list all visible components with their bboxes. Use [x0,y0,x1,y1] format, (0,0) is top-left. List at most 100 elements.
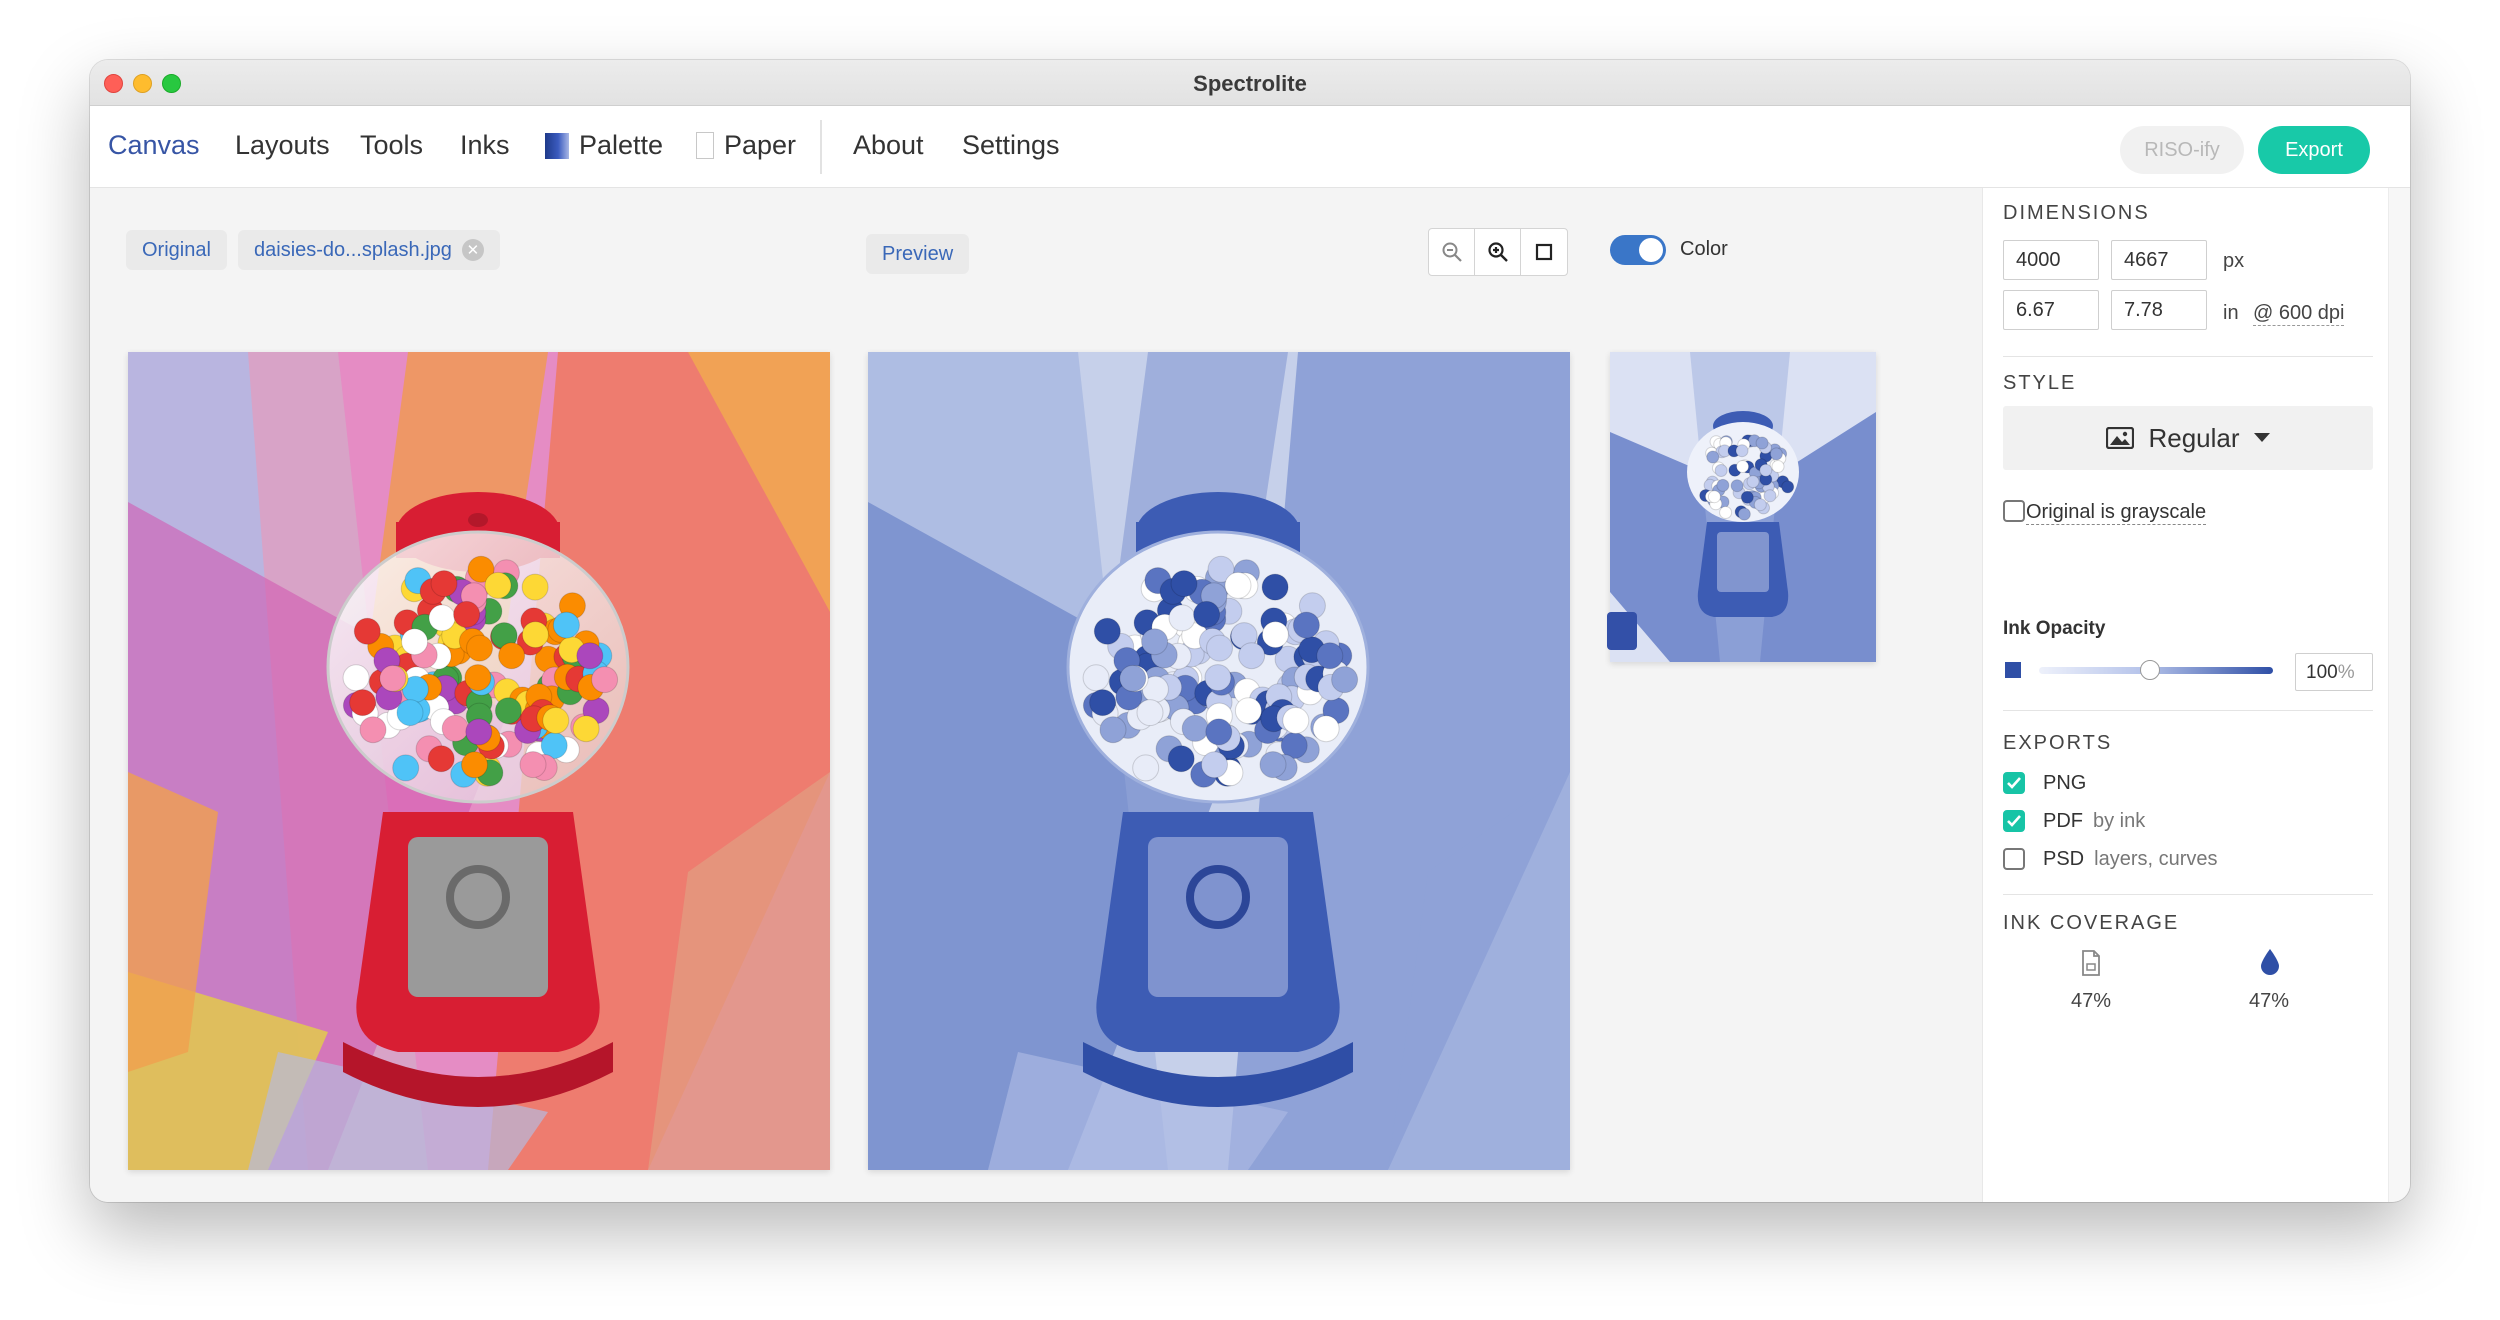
gumball [1759,463,1773,477]
gumball [342,664,370,692]
gumball [353,617,381,645]
original-image[interactable] [128,352,830,1170]
tab-paper[interactable]: Paper [696,130,796,161]
file-name[interactable]: daisies-do...splash.jpg [254,239,452,262]
export-pdf-label: PDF by ink [2043,810,2146,832]
tab-canvas[interactable]: Canvas [108,130,200,161]
export-button[interactable]: Export [2258,126,2370,174]
gumball [427,745,455,773]
ink-thumbnail[interactable] [1610,352,1876,662]
original-label-pill: Original [126,230,227,270]
original-label: Original [142,238,211,261]
exports-heading: EXPORTS [2003,732,2113,754]
tab-palette[interactable]: Palette [545,130,663,161]
style-heading: STYLE [2003,372,2077,394]
gumball [1331,666,1359,694]
paper-swatch-icon [696,132,714,159]
gumball [498,642,526,670]
zoom-out-button[interactable] [1429,229,1475,275]
export-png-label: PNG [2043,772,2087,794]
zoom-in-icon [1487,242,1508,262]
height-in-input[interactable]: 7.78 [2111,290,2207,330]
checkmark-icon [2007,777,2021,789]
gumball [1781,480,1795,494]
gumball [1261,621,1289,649]
ink-coverage-heading: INK COVERAGE [2003,912,2180,934]
tab-settings[interactable]: Settings [962,130,1060,161]
gumball [428,604,456,632]
page-coverage-value: 47% [2071,990,2112,1012]
zoom-out-icon [1442,242,1462,262]
gumball [461,751,488,779]
gumball [1261,573,1289,601]
export-pdf-checkbox[interactable] [2003,810,2025,832]
settings-sidebar: DIMENSIONS 4000 4667 px 6.67 7.78 in @ 6… [1982,188,2388,1202]
dimensions-heading: DIMENSIONS [2003,202,2150,224]
gumball [572,715,600,743]
gumball [519,751,547,779]
export-png-checkbox[interactable] [2003,772,2025,794]
checkmark-icon [2007,815,2021,827]
preview-image[interactable] [868,352,1570,1170]
gumball [1737,507,1751,521]
height-px-input[interactable]: 4667 [2111,240,2207,280]
tab-layouts[interactable]: Layouts [235,130,330,161]
tab-label: Settings [962,130,1060,160]
fit-to-frame-button[interactable] [1521,229,1567,275]
grayscale-label: Original is grayscale [2026,501,2207,525]
riso-ify-button[interactable]: RISO-ify [2120,126,2244,174]
ink-opacity-label: Ink Opacity [2003,618,2106,639]
gumball [1136,699,1164,727]
sidebar-scrollbar[interactable] [2388,188,2410,1202]
gumball [466,634,493,662]
preview-label-pill: Preview [866,234,970,274]
tab-label: Tools [360,130,424,160]
gumball [1089,689,1117,717]
grayscale-checkbox[interactable] [2003,500,2025,522]
gumball [1706,450,1720,464]
style-dropdown[interactable]: Regular [2003,406,2373,470]
ink-drop-icon [2261,949,2279,975]
gumball [1736,460,1750,473]
gumball [392,754,420,782]
style-value: Regular [2148,422,2240,453]
tab-label: Paper [724,130,797,160]
dpi-selector[interactable]: @ 600 dpi [2253,302,2345,326]
tab-label: Inks [460,130,510,160]
gumball [1181,714,1209,742]
gumball [1746,475,1760,489]
export-psd-checkbox[interactable] [2003,848,2025,870]
ink-opacity-input[interactable]: 100% [2295,653,2373,691]
top-nav: Canvas Layouts Tools Inks Palette Paper … [90,106,2410,188]
gumball [576,642,604,670]
color-toggle[interactable] [1610,235,1666,265]
width-px-input[interactable]: 4000 [2003,240,2099,280]
tab-label: Canvas [108,130,200,160]
tab-tools[interactable]: Tools [360,130,423,161]
gumball [1238,642,1266,670]
width-in-input[interactable]: 6.67 [2003,290,2099,330]
ink-color-swatch[interactable] [1607,612,1637,650]
gumball [1740,490,1754,504]
tab-label: About [853,130,924,160]
gumball [1316,642,1344,670]
ink-opacity-unit: % [2337,662,2355,683]
tab-label: Palette [579,130,664,160]
remove-file-icon[interactable]: ✕ [461,239,484,261]
zoom-in-button[interactable] [1475,229,1521,275]
gumball [1093,617,1121,645]
tab-about[interactable]: About [853,130,924,161]
ink-opacity-swatch [2005,662,2021,678]
gumball [349,689,377,717]
gumball [430,570,458,598]
gumball [1730,479,1744,493]
gumball [1716,478,1730,492]
gumball [465,718,493,746]
color-toggle-label: Color [1680,238,1728,260]
app-window: Spectrolite Canvas Layouts Tools Inks Pa… [90,60,2410,1202]
gumball [441,714,469,742]
tab-inks[interactable]: Inks [460,130,510,161]
ink-opacity-slider-handle[interactable] [2140,660,2160,680]
image-icon [2106,427,2135,449]
gumball [1119,664,1147,692]
